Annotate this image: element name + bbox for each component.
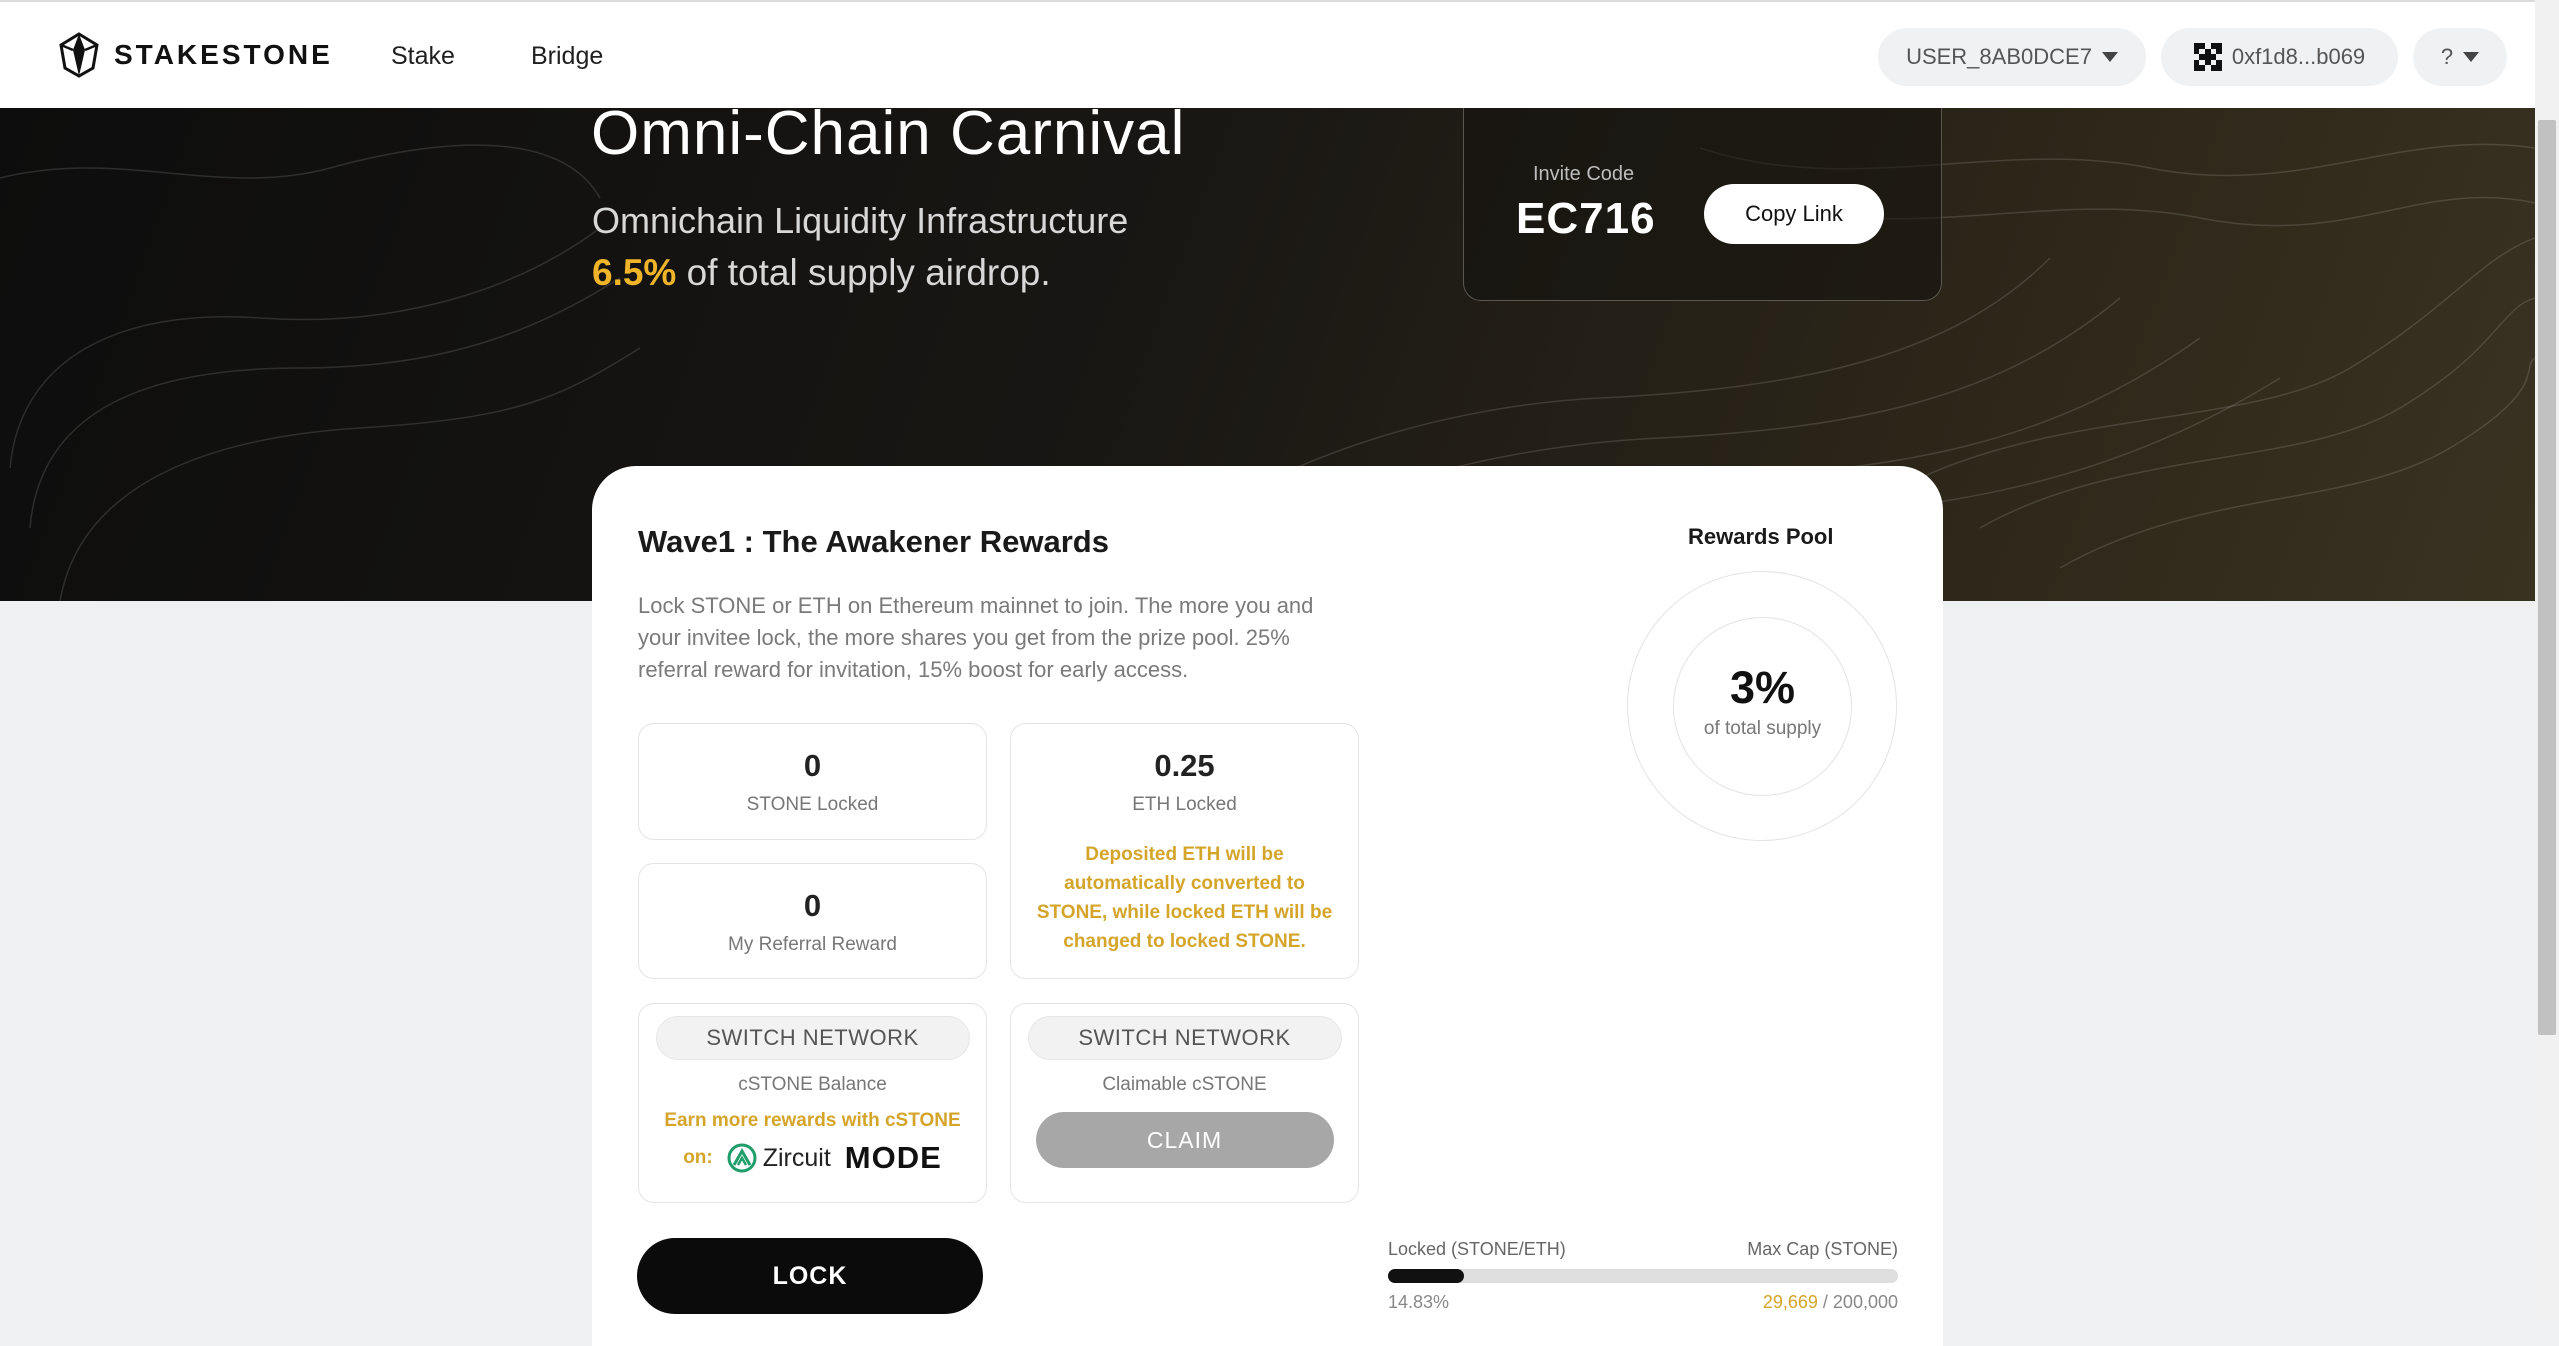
wave-description: Lock STONE or ETH on Ethereum mainnet to… (638, 593, 1314, 682)
switch-network-button[interactable]: SWITCH NETWORK (1027, 1016, 1342, 1060)
referral-reward-box: 0 My Referral Reward (638, 863, 987, 979)
stakestone-logo-icon (59, 32, 99, 78)
earn-more-text: Earn more rewards with cSTONE (664, 1110, 961, 1131)
top-header: STAKESTONE Stake Bridge USER_8AB0DCE7 0x… (0, 0, 2535, 108)
progress-labels: Locked (STONE/ETH) Max Cap (STONE) (1388, 1239, 1898, 1260)
logo-text: STAKESTONE (114, 39, 333, 70)
partner-row: on: Zircuit MODE (639, 1140, 986, 1176)
invite-code-panel: Invite Code EC716 Copy Link (1463, 108, 1942, 301)
copy-link-button[interactable]: Copy Link (1704, 184, 1884, 244)
cap-values: 29,669 / 200,000 (1763, 1292, 1898, 1313)
invite-code-value: EC716 (1516, 194, 1656, 243)
lock-progress-fill (1388, 1269, 1464, 1283)
rewards-pool-inner: 3% of total supply (1673, 617, 1852, 796)
help-dropdown[interactable]: ? (2413, 28, 2507, 86)
airdrop-line: 6.5% of total supply airdrop. (592, 252, 1051, 294)
referral-reward-label: My Referral Reward (728, 934, 897, 955)
progress-values: 14.83% 29,669 / 200,000 (1388, 1292, 1898, 1313)
locked-label: Locked (STONE/ETH) (1388, 1239, 1566, 1259)
wave-title: Wave1 : The Awakener Rewards (638, 524, 1109, 559)
switch-network-button[interactable]: SWITCH NETWORK (655, 1016, 970, 1060)
earn-on-label: on: (683, 1147, 713, 1168)
user-id: USER_8AB0DCE7 (1906, 44, 2092, 69)
hero-subtitle: Omnichain Liquidity Infrastructure (592, 200, 1129, 241)
stone-locked-box: 0 STONE Locked (638, 723, 987, 840)
wallet-address: 0xf1d8...b069 (2231, 44, 2366, 69)
zircuit-icon (727, 1143, 757, 1173)
user-dropdown[interactable]: USER_8AB0DCE7 (1878, 28, 2146, 86)
chevron-down-icon (2101, 52, 2118, 62)
zircuit-link[interactable]: Zircuit (727, 1143, 831, 1173)
claimable-cstone-box: SWITCH NETWORK Claimable cSTONE CLAIM (1010, 1003, 1359, 1203)
wallet-avatar-icon (2193, 43, 2222, 71)
lock-button[interactable]: LOCK (637, 1238, 983, 1314)
lock-progress-bar (1388, 1269, 1898, 1283)
eth-locked-label: ETH Locked (1132, 794, 1237, 815)
stone-locked-value: 0 (803, 748, 822, 783)
stakestone-logo[interactable]: STAKESTONE (58, 32, 333, 78)
page-title: Omni-Chain Carnival (591, 108, 1186, 168)
max-cap-label: Max Cap (STONE) (1747, 1239, 1898, 1259)
nav-bridge[interactable]: Bridge (531, 42, 603, 71)
locked-percent: 14.83% (1388, 1292, 1450, 1312)
claimable-cstone-label: Claimable cSTONE (1102, 1074, 1267, 1095)
chevron-down-icon (2463, 52, 2480, 62)
help-icon: ? (2440, 44, 2454, 69)
rewards-pool-sub: of total supply (1703, 718, 1822, 739)
cstone-balance-box: SWITCH NETWORK cSTONE Balance Earn more … (638, 1003, 987, 1203)
scrollbar-thumb[interactable] (2538, 120, 2556, 1035)
invite-code-label: Invite Code (1533, 163, 1635, 185)
locked-amount: 29,669 (1762, 1292, 1818, 1312)
eth-locked-value: 0.25 (1154, 748, 1215, 783)
referral-reward-value: 0 (803, 888, 822, 923)
claim-button[interactable]: CLAIM (1035, 1112, 1334, 1168)
rewards-card: Wave1 : The Awakener Rewards Lock STONE … (592, 466, 1943, 1346)
stone-locked-label: STONE Locked (746, 794, 879, 815)
nav-stake[interactable]: Stake (391, 42, 455, 71)
wallet-button[interactable]: 0xf1d8...b069 (2161, 28, 2398, 86)
airdrop-text: of total supply airdrop. (686, 252, 1051, 293)
eth-locked-box: 0.25 ETH Locked Deposited ETH will be au… (1010, 723, 1359, 979)
rewards-pool-percent: 3% (1729, 662, 1796, 713)
mode-link[interactable]: MODE (845, 1140, 942, 1176)
zircuit-label: Zircuit (762, 1143, 831, 1172)
cstone-balance-label: cSTONE Balance (738, 1074, 887, 1095)
eth-conversion-note: Deposited ETH will be automatically conv… (1036, 844, 1333, 952)
cap-total: / 200,000 (1817, 1292, 1898, 1312)
airdrop-percent: 6.5% (592, 252, 677, 293)
rewards-pool-title: Rewards Pool (1688, 524, 1834, 549)
